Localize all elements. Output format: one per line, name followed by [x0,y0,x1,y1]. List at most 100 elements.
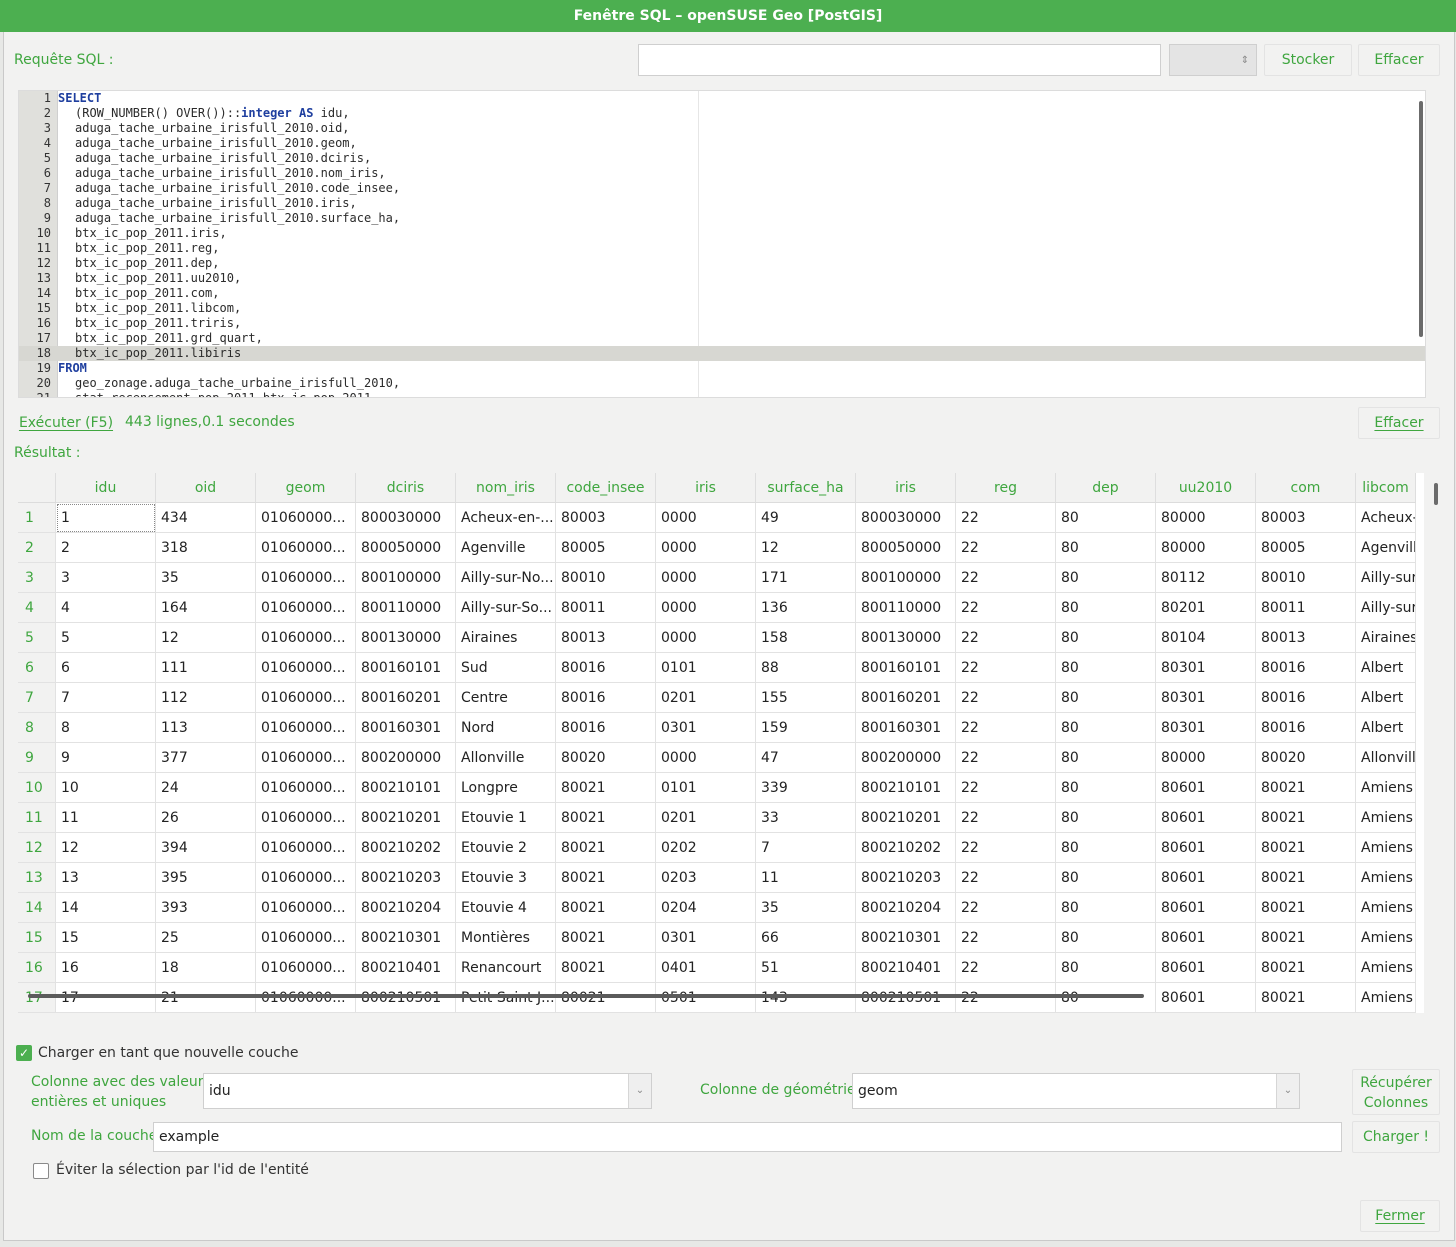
table-cell[interactable]: 800160101 [356,653,456,683]
table-cell[interactable]: 80 [1056,863,1156,893]
table-cell[interactable]: Acheux-en [1356,503,1416,533]
table-cell[interactable]: 22 [956,863,1056,893]
table-cell[interactable]: 80 [1056,623,1156,653]
code-line[interactable]: 9 aduga_tache_urbaine_irisfull_2010.surfa… [19,211,1425,226]
table-cell[interactable]: 158 [756,623,856,653]
table-cell[interactable]: 0000 [656,563,756,593]
table-cell[interactable]: Allonville [456,743,556,773]
table-cell[interactable]: 6 [56,653,156,683]
table-cell[interactable]: 80301 [1156,653,1256,683]
table-cell[interactable]: 80005 [556,533,656,563]
table-cell[interactable]: 16 [56,953,156,983]
table-cell[interactable]: 800210401 [356,953,456,983]
table-cell[interactable]: 800210203 [356,863,456,893]
table-cell[interactable]: 80021 [556,803,656,833]
table-cell[interactable]: 395 [156,863,256,893]
table-cell[interactable]: 80021 [1256,833,1356,863]
load-layer-checkbox[interactable]: ✓ [16,1045,32,1061]
table-cell[interactable]: 0202 [656,833,756,863]
table-cell[interactable]: 800160201 [856,683,956,713]
table-cell[interactable]: 800050000 [356,533,456,563]
table-cell[interactable]: 80020 [1256,743,1356,773]
column-header[interactable]: dep [1056,473,1156,503]
table-cell[interactable]: Montières [456,923,556,953]
table-cell[interactable]: 22 [956,533,1056,563]
table-cell[interactable]: 80010 [1256,563,1356,593]
stored-queries-select[interactable]: ⇕ [1169,44,1257,76]
table-cell[interactable]: 143 [756,983,856,1013]
close-button[interactable]: Fermer [1360,1200,1440,1232]
table-cell[interactable]: 800130000 [356,623,456,653]
table-cell[interactable]: 22 [956,983,1056,1013]
table-cell[interactable]: 22 [956,653,1056,683]
table-cell[interactable]: 800210501 [856,983,956,1013]
table-cell[interactable]: 80601 [1156,803,1256,833]
table-cell[interactable]: 0203 [656,863,756,893]
table-cell[interactable]: 800210201 [856,803,956,833]
column-header[interactable]: geom [256,473,356,503]
table-cell[interactable]: Sud [456,653,556,683]
code-line[interactable]: 16 btx_ic_pop_2011.triris, [19,316,1425,331]
table-cell[interactable]: 01060000... [256,653,356,683]
table-cell[interactable]: 0101 [656,653,756,683]
table-cell[interactable]: 80 [1056,563,1156,593]
table-cell[interactable]: 22 [956,773,1056,803]
table-cell[interactable]: 7 [56,683,156,713]
table-cell[interactable]: 14 [56,893,156,923]
table-cell[interactable]: 22 [956,623,1056,653]
table-cell[interactable]: Amiens [1356,773,1416,803]
table-cell[interactable]: 80000 [1156,533,1256,563]
table-cell[interactable]: 80 [1056,833,1156,863]
table-cell[interactable]: 800160201 [356,683,456,713]
table-cell[interactable]: 800160101 [856,653,956,683]
table-cell[interactable]: 80021 [1256,953,1356,983]
table-cell[interactable]: 80 [1056,953,1156,983]
table-cell[interactable]: 01060000... [256,773,356,803]
table-cell[interactable]: 80601 [1156,893,1256,923]
row-number[interactable]: 5 [18,623,56,653]
code-line[interactable]: 14 btx_ic_pop_2011.com, [19,286,1425,301]
table-cell[interactable]: 01060000... [256,683,356,713]
table-cell[interactable]: 80 [1056,503,1156,533]
table-cell[interactable]: 164 [156,593,256,623]
table-cell[interactable]: 24 [156,773,256,803]
execute-button[interactable]: Exécuter (F5) [16,408,116,438]
table-cell[interactable]: 377 [156,743,256,773]
row-number[interactable]: 12 [18,833,56,863]
table-cell[interactable]: 80 [1056,533,1156,563]
row-number[interactable]: 14 [18,893,56,923]
table-cell[interactable]: 49 [756,503,856,533]
table-cell[interactable]: Ailly-sur-N [1356,563,1416,593]
table-horizontal-scrollbar[interactable] [28,994,1144,998]
table-cell[interactable]: 800210202 [856,833,956,863]
table-cell[interactable]: 80601 [1156,923,1256,953]
code-line[interactable]: 17 btx_ic_pop_2011.grd_quart, [19,331,1425,346]
column-header[interactable]: code_insee [556,473,656,503]
table-cell[interactable]: 17 [56,983,156,1013]
table-cell[interactable]: 80 [1056,593,1156,623]
table-cell[interactable]: Centre [456,683,556,713]
table-cell[interactable]: 01060000... [256,923,356,953]
row-number[interactable]: 10 [18,773,56,803]
table-cell[interactable]: 01060000... [256,533,356,563]
table-cell[interactable]: 800030000 [356,503,456,533]
table-cell[interactable]: 47 [756,743,856,773]
row-number[interactable]: 16 [18,953,56,983]
table-cell[interactable]: 66 [756,923,856,953]
code-line[interactable]: 18 btx_ic_pop_2011.libiris [19,346,1425,361]
table-cell[interactable]: Agenville [456,533,556,563]
table-cell[interactable]: 01060000... [256,953,356,983]
row-number[interactable]: 13 [18,863,56,893]
table-cell[interactable]: 0501 [656,983,756,1013]
table-cell[interactable]: 22 [956,893,1056,923]
table-cell[interactable]: Allonville [1356,743,1416,773]
table-cell[interactable]: 21 [156,983,256,1013]
table-cell[interactable]: 1 [56,503,156,533]
code-line[interactable]: 5 aduga_tache_urbaine_irisfull_2010.dciri… [19,151,1425,166]
column-header[interactable]: idu [56,473,156,503]
table-cell[interactable]: 5 [56,623,156,653]
table-cell[interactable]: 800210204 [856,893,956,923]
table-cell[interactable]: 0301 [656,713,756,743]
table-cell[interactable]: 01060000... [256,893,356,923]
table-cell[interactable]: 80003 [1256,503,1356,533]
